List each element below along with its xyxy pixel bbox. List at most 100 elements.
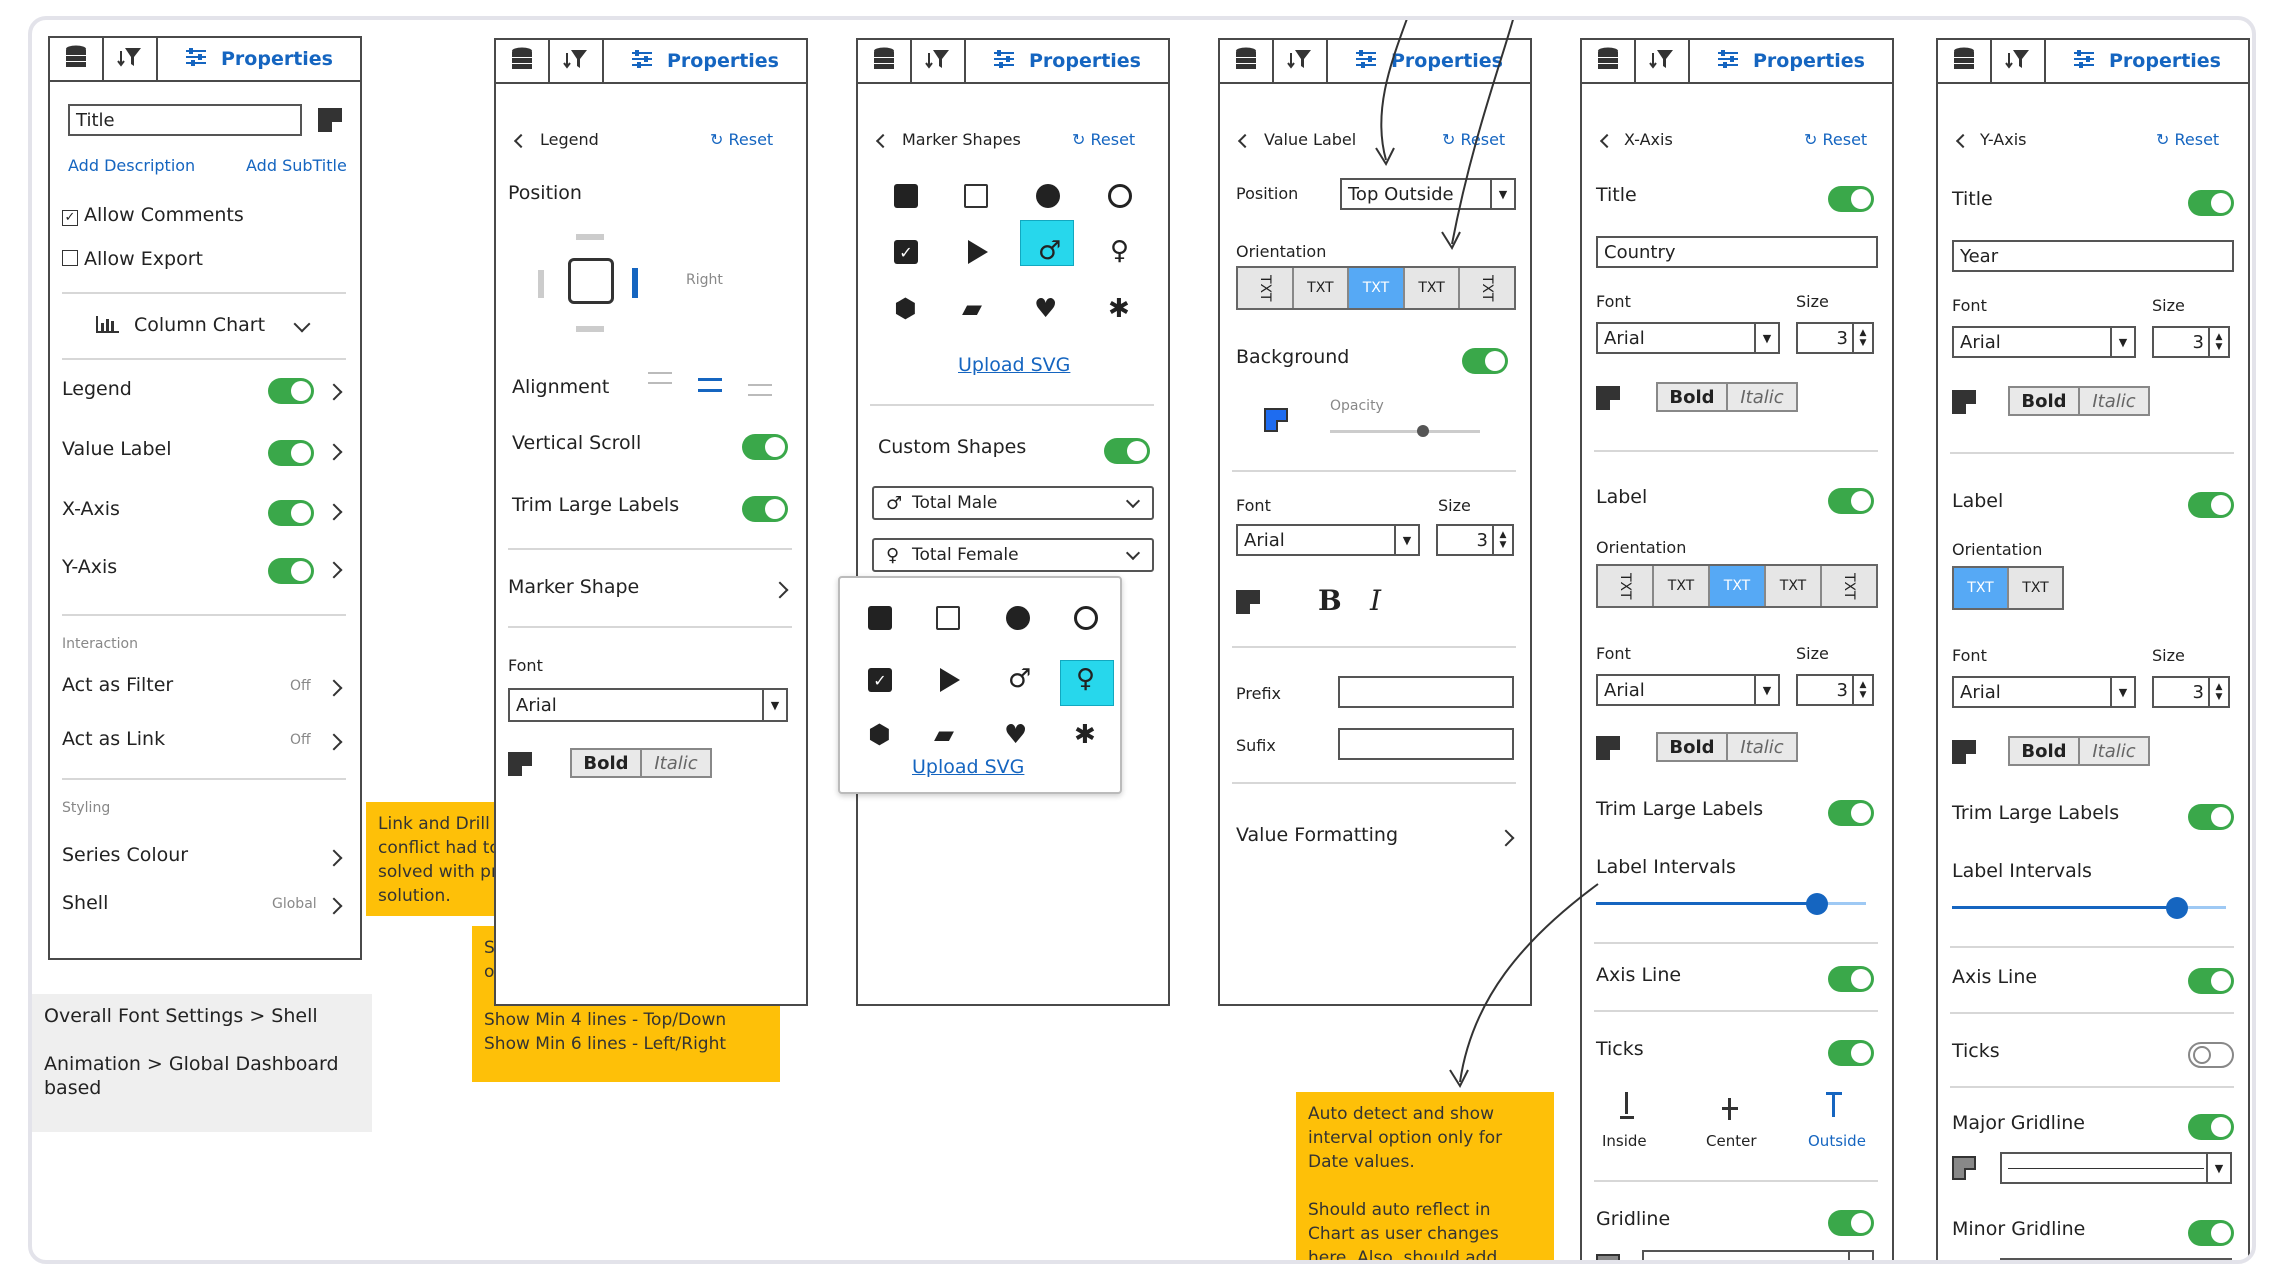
chevron-right-icon[interactable] [1497,829,1515,847]
orientation-vertical-up[interactable]: TXT [1598,566,1654,606]
tab-filter[interactable] [550,40,604,82]
tab-data[interactable] [858,40,912,82]
align-left-icon[interactable] [648,372,672,384]
stepper-arrows-icon[interactable]: ▲ ▼ [2208,678,2228,706]
align-right-icon[interactable] [748,384,772,396]
font-color-picker[interactable] [508,752,532,776]
value-label-toggle[interactable] [268,440,314,466]
title-color-picker[interactable] [1596,386,1620,410]
reset-button[interactable]: ↻ Reset [1072,130,1135,149]
background-color-picker[interactable] [1264,408,1288,432]
series-colour-item[interactable]: Series Colour [62,844,188,866]
font-size-stepper[interactable]: 3 ▲ ▼ [1796,322,1874,354]
label-intervals-knob[interactable] [2165,897,2188,919]
position-left-handle[interactable] [538,270,544,298]
reset-button[interactable]: ↻ Reset [2156,130,2219,149]
play-triangle-icon[interactable] [968,240,988,264]
menu-item-y-axis[interactable]: Y-Axis [62,556,117,578]
stepper-arrows-icon[interactable]: ▲ ▼ [2208,328,2228,356]
minor-gridline-color-picker[interactable] [1952,1262,1976,1264]
reset-button[interactable]: ↻ Reset [1442,130,1505,149]
gridline-toggle[interactable] [1828,1210,1874,1236]
title-input[interactable]: Title [68,104,302,136]
tab-filter[interactable] [1992,40,2046,82]
title-color-picker[interactable] [318,108,342,132]
folder-icon[interactable]: ▰ [962,296,982,322]
back-chevron-icon[interactable] [513,133,529,149]
opacity-slider-knob[interactable] [1417,425,1429,437]
tab-filter[interactable] [104,38,158,80]
font-select[interactable]: Arial ▼ [1596,322,1780,354]
position-top-handle[interactable] [576,234,604,240]
orientation-horizontal[interactable]: TXT [1293,268,1350,308]
add-description-link[interactable]: Add Description [68,156,195,175]
checkbox-shape-icon[interactable]: ✓ [894,240,918,264]
chart-type-selector[interactable]: Column Chart [96,314,265,338]
label-font-size-stepper[interactable]: 3 ▲ ▼ [1796,674,1874,706]
italic-button[interactable]: Italic [1728,734,1796,760]
gridline-color-picker[interactable] [1596,1254,1620,1260]
circle-outline-icon[interactable] [1074,606,1098,630]
play-triangle-icon[interactable] [940,668,960,692]
bold-button[interactable]: Bold [1658,384,1728,410]
position-selector[interactable] [538,234,658,344]
axis-line-toggle[interactable] [2188,968,2234,994]
square-outline-icon[interactable] [936,606,960,630]
tab-data[interactable] [496,40,550,82]
label-toggle[interactable] [2188,492,2234,518]
position-bottom-handle[interactable] [576,326,604,332]
label-font-size-stepper[interactable]: 3 ▲ ▼ [2152,676,2230,708]
title-color-picker[interactable] [1952,390,1976,414]
custom-shapes-toggle[interactable] [1104,438,1150,464]
square-filled-icon[interactable] [868,606,892,630]
female-person-icon[interactable]: ♀ [1110,238,1129,264]
tick-inside-icon[interactable] [1620,1092,1634,1122]
male-person-icon[interactable]: ♂ [1008,666,1031,692]
title-toggle[interactable] [2188,190,2234,216]
female-person-icon[interactable]: ♀ [1076,666,1095,692]
font-size-stepper[interactable]: 3 ▲ ▼ [2152,326,2230,358]
stepper-arrows-icon[interactable]: ▲ ▼ [1852,676,1872,704]
align-center-icon[interactable] [698,378,722,392]
tab-data[interactable] [1220,40,1274,82]
bold-button[interactable]: B [1318,584,1342,617]
male-person-icon[interactable]: ♂ [1038,238,1061,264]
tab-properties[interactable]: Properties [1690,40,1892,82]
act-as-filter-item[interactable]: Act as Filter [62,674,173,696]
chevron-right-icon[interactable] [325,733,343,751]
trim-large-labels-toggle[interactable] [742,496,788,522]
position-right-handle[interactable] [632,268,638,298]
reset-button[interactable]: ↻ Reset [710,130,773,149]
shell-item[interactable]: Shell [62,892,108,914]
ticks-toggle[interactable] [1828,1040,1874,1066]
label-font-select[interactable]: Arial ▼ [1952,676,2136,708]
label-color-picker[interactable] [1596,736,1620,760]
act-as-link-item[interactable]: Act as Link [62,728,165,750]
x-axis-toggle[interactable] [268,500,314,526]
italic-button[interactable]: Italic [642,750,710,776]
tick-outside-icon[interactable] [1826,1092,1842,1122]
sufix-input[interactable] [1338,728,1514,760]
tab-properties[interactable]: Properties [158,38,360,80]
allow-comments-checkbox[interactable]: ✓ Allow Comments [62,204,244,226]
back-chevron-icon[interactable] [1955,133,1971,149]
chevron-right-icon[interactable] [325,849,343,867]
folder-icon[interactable]: ▰ [934,722,954,748]
italic-button[interactable]: I [1370,584,1381,617]
square-outline-icon[interactable] [964,184,988,208]
orientation-vertical-up[interactable]: TXT [1238,268,1294,308]
italic-button[interactable]: Italic [2080,738,2148,764]
checkbox-shape-icon[interactable]: ✓ [868,668,892,692]
tab-data[interactable] [1582,40,1636,82]
orientation-angled[interactable]: TXT [1404,268,1461,308]
allow-export-checkbox[interactable]: Allow Export [62,248,203,270]
font-select[interactable]: Arial ▼ [1236,524,1420,556]
chevron-right-icon[interactable] [325,443,343,461]
value-formatting-item[interactable]: Value Formatting [1236,824,1398,846]
series-shape-dropdown-male[interactable]: ♂ Total Male [872,486,1154,520]
tab-properties[interactable]: Properties [2046,40,2248,82]
orientation-angled[interactable]: TXT [2009,568,2062,608]
menu-item-x-axis[interactable]: X-Axis [62,498,120,520]
font-color-picker[interactable] [1236,590,1260,614]
minor-gridline-toggle[interactable] [2188,1220,2234,1246]
